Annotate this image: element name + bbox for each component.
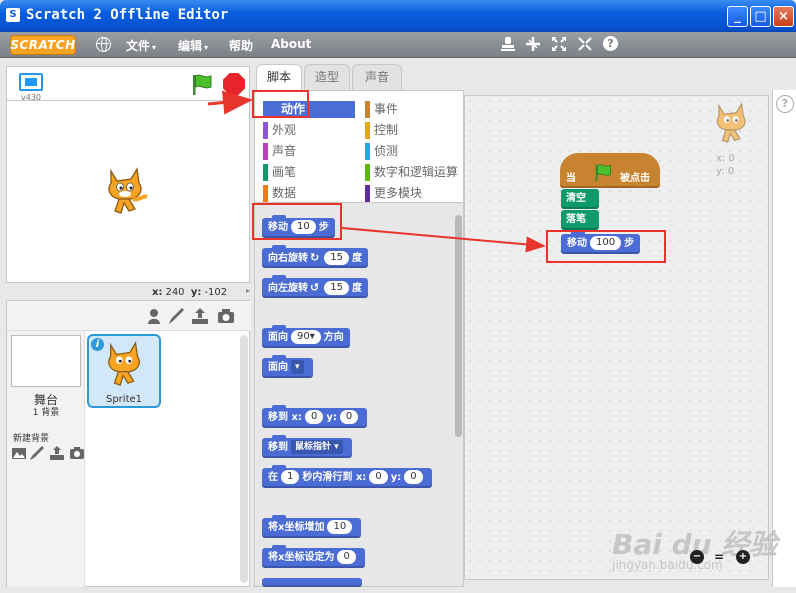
block-goto[interactable]: 移到 鼠标指针 ▾ (262, 435, 352, 458)
target-dropdown[interactable]: ▾ (291, 360, 304, 374)
goto-target-dropdown[interactable]: 鼠标指针 ▾ (291, 440, 343, 454)
annotation-box-script-move (546, 230, 666, 263)
palette-scrollbar[interactable] (455, 215, 462, 437)
choose-sprite-library-icon[interactable] (145, 307, 163, 325)
backdrop-upload-icon[interactable] (49, 445, 65, 461)
stage-canvas[interactable] (6, 100, 250, 283)
stage-thumbnail-column: 舞台 1 背景 新建背景 (7, 331, 85, 587)
backdrop-library-icon[interactable] (11, 445, 27, 461)
block-point-in-direction[interactable]: 面向 90▾ 方向 (262, 325, 350, 348)
tab-scripts[interactable]: 脚本 (256, 64, 302, 92)
current-sprite-cat-icon (712, 100, 752, 149)
block-glide[interactable]: 在 1 秒内滑行到 x: 0 y: 0 (262, 465, 432, 488)
globe-icon[interactable] (96, 37, 111, 52)
y-input[interactable]: 0 (339, 410, 359, 424)
backdrop-camera-icon[interactable] (69, 445, 85, 461)
zoom-controls: − = + (690, 550, 754, 566)
menu-file[interactable]: 文件 ▾ (126, 37, 156, 54)
sprite-y-readout: y: 0 (716, 166, 735, 177)
seconds-input[interactable]: 1 (281, 470, 300, 484)
block-point-towards[interactable]: 面向 ▾ (262, 355, 313, 378)
help-circle: ? (603, 36, 618, 51)
menu-about[interactable]: About (271, 37, 311, 51)
block-goto-xy[interactable]: 移到 x: 0 y: 0 (262, 405, 368, 428)
right-side-strip (772, 90, 796, 587)
zoom-out-icon[interactable]: − (690, 550, 704, 564)
x-input[interactable]: 0 (304, 410, 324, 424)
sprite-x-readout: x: 0 (716, 153, 735, 164)
sprite-list-scrollbar[interactable] (240, 335, 248, 583)
shrink-icon[interactable] (577, 36, 593, 52)
category-control[interactable]: 控制 (365, 122, 398, 139)
x-change-input[interactable]: 10 (327, 520, 353, 534)
y-input[interactable]: 0 (404, 470, 423, 484)
rotate-counterclockwise-icon: ↺ (310, 281, 320, 294)
zoom-in-icon[interactable]: + (736, 550, 750, 564)
degrees-input[interactable]: 15 (324, 251, 349, 265)
x-set-input[interactable]: 0 (337, 550, 356, 564)
backdrop-paint-icon[interactable] (29, 445, 45, 461)
stop-icon[interactable] (223, 73, 245, 95)
cut-icon[interactable] (525, 36, 541, 52)
category-sound[interactable]: 声音 (263, 143, 296, 160)
degrees-input[interactable]: 15 (324, 281, 349, 295)
direction-input[interactable]: 90▾ (291, 330, 321, 344)
menu-bar: SCRATCH 文件 ▾ 编辑 ▾ 帮助 About ? (0, 32, 796, 58)
block-turn-left[interactable]: 向左旋转 ↺ 15 度 (262, 275, 368, 298)
block-pen-clear[interactable]: 清空 (561, 189, 599, 209)
tips-help-icon[interactable]: ? (776, 95, 794, 113)
paint-brush-icon[interactable] (167, 307, 185, 325)
sprite-pane: 舞台 1 背景 新建背景 i Sprite1 (6, 300, 251, 587)
scratch-logo[interactable]: SCRATCH (10, 35, 76, 55)
block-when-flag-clicked[interactable]: 当 被点击 (560, 153, 660, 188)
sprite-tile-sprite1[interactable]: i Sprite1 (87, 334, 161, 408)
rotate-clockwise-icon: ↻ (310, 251, 320, 264)
tab-sounds[interactable]: 声音 (352, 64, 402, 90)
new-sprite-toolbar (7, 301, 251, 331)
green-flag-icon (592, 163, 614, 186)
annotation-box-move-block (252, 203, 342, 240)
category-pen[interactable]: 画笔 (263, 164, 296, 181)
mouse-coordinates: x: 240 y: -102 (152, 287, 228, 298)
sprite-name: Sprite1 (105, 394, 143, 405)
upload-icon[interactable] (191, 307, 209, 325)
sprite-cat-icon[interactable] (103, 165, 149, 220)
block-change-x[interactable]: 将x坐标增加 10 (262, 515, 362, 538)
window-title: Scratch 2 Offline Editor (26, 7, 229, 23)
stage-thumbnail[interactable] (11, 335, 81, 387)
help-icon[interactable]: ? (603, 36, 619, 52)
block-pen-down[interactable]: 落笔 (561, 210, 599, 230)
maximize-button[interactable]: □ (750, 6, 771, 27)
zoom-reset-icon[interactable]: = (712, 550, 726, 564)
new-backdrop-tools (11, 445, 85, 463)
category-more-blocks[interactable]: 更多模块 (365, 185, 422, 202)
x-input[interactable]: 0 (369, 470, 388, 484)
green-flag-icon[interactable] (190, 73, 214, 100)
block-partial[interactable] (262, 578, 362, 587)
presentation-mode-icon[interactable] (19, 73, 43, 91)
category-events[interactable]: 事件 (365, 101, 398, 118)
block-turn-right[interactable]: 向右旋转 ↻ 15 度 (262, 245, 368, 268)
category-sensing[interactable]: 侦测 (365, 143, 398, 160)
sprite-thumbnail-cat-icon (103, 338, 147, 393)
menu-help[interactable]: 帮助 (229, 37, 253, 54)
stage-header: v430 (6, 66, 250, 102)
tab-costumes[interactable]: 造型 (304, 64, 350, 90)
stamp-icon[interactable] (500, 36, 516, 52)
annotation-box-motion-category (252, 90, 309, 118)
window-title-bar[interactable]: S Scratch 2 Offline Editor _ □ × (0, 0, 796, 32)
category-data[interactable]: 数据 (263, 185, 296, 202)
category-looks[interactable]: 外观 (263, 122, 296, 139)
menu-edit[interactable]: 编辑 ▾ (178, 37, 208, 54)
close-button[interactable]: × (773, 6, 794, 27)
backdrop-count: 1 背景 (32, 408, 60, 418)
block-set-x[interactable]: 将x坐标设定为 0 (262, 545, 365, 568)
grow-icon[interactable] (551, 36, 567, 52)
new-backdrop-label: 新建背景 (13, 434, 50, 444)
stage-collapse-arrow-icon[interactable]: ▸ (246, 286, 254, 298)
minimize-button[interactable]: _ (727, 6, 748, 27)
scratch-window-icon: S (6, 8, 20, 22)
category-operators[interactable]: 数字和逻辑运算 (365, 164, 458, 181)
camera-icon[interactable] (217, 307, 235, 325)
